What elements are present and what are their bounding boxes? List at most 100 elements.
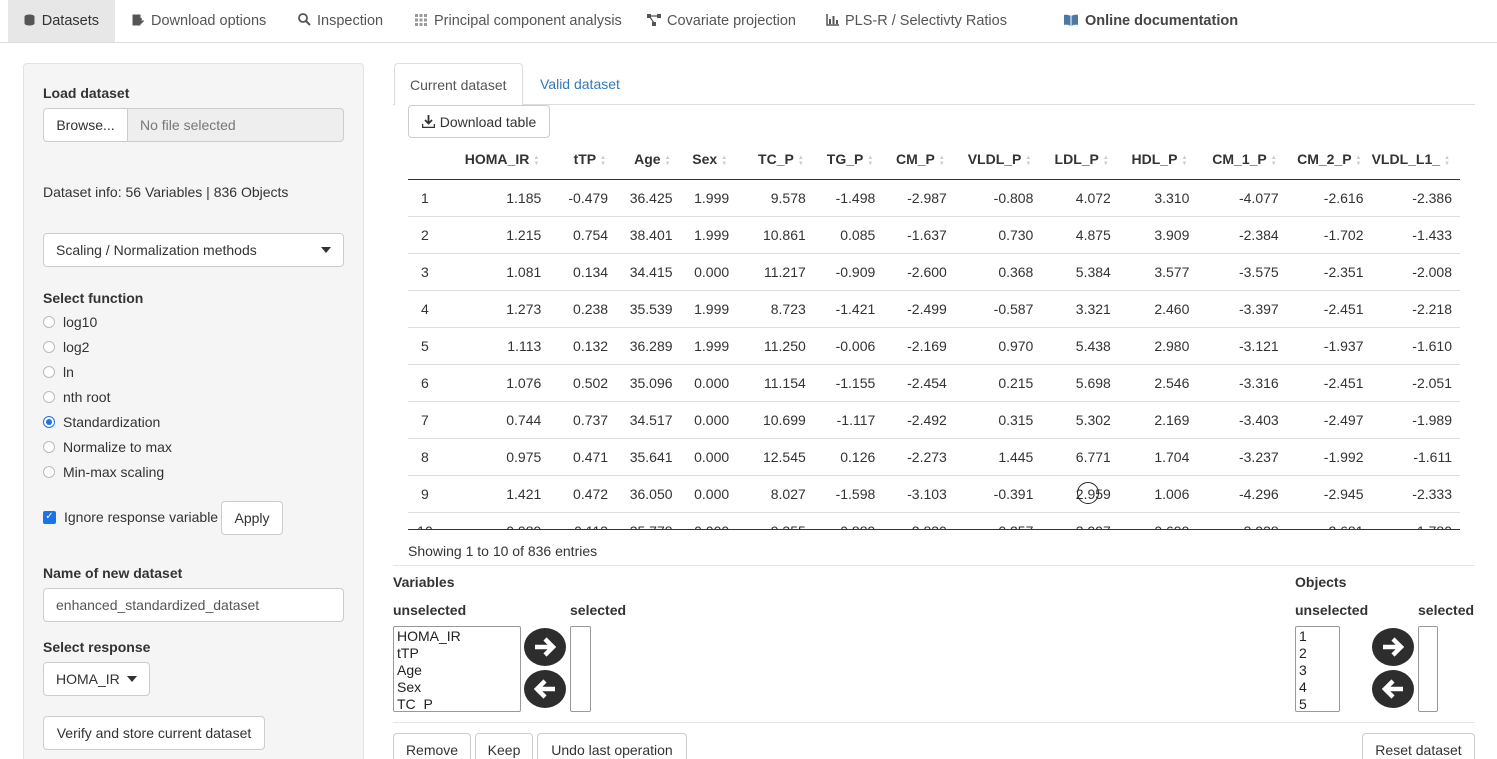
nav-tab-download-options[interactable]: Download options [115,0,282,42]
radio-nth-root[interactable]: nth root [43,387,110,407]
ignore-response-checkbox[interactable]: ✓ Ignore response variable [43,507,218,527]
table-row[interactable]: 9 1.421 0.472 36.050 0.000 8.027 -1.598 -3.103-… [408,474,1460,512]
table-cell: 2.169 [1118,400,1198,438]
list-item[interactable]: HOMA_IR [397,628,517,645]
nav-tab-datasets[interactable]: Datasets [8,0,115,42]
tab-current-dataset[interactable]: Current dataset [394,63,523,106]
nav-tab-covariate-projection[interactable]: Covariate projection [631,0,812,42]
table-cell: -2.945 [1286,474,1372,512]
table-cell: 0.085 [813,215,884,253]
table-row[interactable]: 2 1.215 0.754 38.401 1.999 10.861 0.085 -1.637 0… [408,215,1460,253]
browse-button[interactable]: Browse... [43,108,128,142]
column-header[interactable]: CM_1_P ▲ ▼ [1197,140,1287,180]
table-row[interactable]: 6 1.076 0.502 35.096 0.000 11.154 -1.155 -2.454… [408,363,1460,401]
column-header[interactable]: HOMA_IR ▲ ▼ [441,140,550,180]
radio-normalize-to-max[interactable]: Normalize to max [43,437,172,457]
radio-min-max-scaling[interactable]: Min-max scaling [43,462,164,482]
column-header[interactable]: LDL_P ▲ ▼ [1041,140,1119,180]
data-table-container[interactable]: HOMA_IR ▲ ▼ tTP ▲ ▼ Age ▲ ▼ Sex ▲ ▼ TC_P ▲ ▼ TG_P ▲ ▼ CM_P… [408,140,1460,530]
table-cell: -1.155 [813,363,884,401]
sort-icon: ▲ ▼ [1181,154,1188,167]
list-item[interactable]: Age [397,662,517,679]
table-row[interactable]: 8 0.975 0.471 35.641 0.000 12.545 0.126 -2.273 1… [408,437,1460,475]
list-item[interactable]: 4 [1299,679,1336,696]
table-cell: -3.403 [1197,400,1287,438]
variables-remove-button[interactable] [524,670,566,708]
variables-add-button[interactable] [524,628,566,666]
new-dataset-name-label: Name of new dataset [43,565,183,581]
table-cell: -4.077 [1238,189,1279,206]
column-header[interactable]: VLDL_L1_ ▲ ▼ [1371,140,1460,180]
verify-store-button[interactable]: Verify and store current dataset [43,716,265,750]
file-name-field[interactable]: No file selected [128,108,344,142]
response-select[interactable]: HOMA_IR [43,662,150,696]
top-navigation: Datasets Download options Inspection Pri… [0,0,1497,43]
column-header[interactable]: Sex ▲ ▼ [680,140,738,180]
column-header[interactable]: VLDL_P ▲ ▼ [954,140,1042,180]
scaling-method-select[interactable]: Scaling / Normalization methods [43,233,344,267]
new-dataset-name-input[interactable]: enhanced_standardized_dataset [43,588,344,622]
table-cell: 4.072 [1075,189,1111,206]
table-cell: -2.218 [1371,289,1460,327]
column-header[interactable]: CM_2_P ▲ ▼ [1286,140,1372,180]
row-index-cell: 7 [408,400,442,438]
objects-remove-button[interactable] [1372,670,1414,708]
column-header-label: VLDL_P [967,151,1022,168]
list-item[interactable]: 2 [1299,645,1336,662]
table-cell: 0.000 [680,437,738,475]
remove-button[interactable]: Remove [393,733,471,759]
table-row[interactable]: 100.9890.11335.7780.0009.355-0.889-2.830… [408,511,1460,529]
table-row[interactable]: 7 0.744 0.737 34.517 0.000 10.699 -1.117 -2.492… [408,400,1460,438]
table-cell: -2.616 [1323,189,1364,206]
list-item[interactable]: 1 [1299,628,1336,645]
nav-tab-pca[interactable]: Principal component analysis [398,0,638,42]
table-row[interactable]: 5 1.113 0.132 36.289 1.999 11.250 -0.006 -2.169… [408,326,1460,364]
table-row[interactable]: 4 1.273 0.238 35.539 1.999 8.723 -1.421 -2.499-… [408,289,1460,327]
objects-unselected-list[interactable]: 1 2 3 4 5 [1295,626,1340,712]
nav-tab-inspection[interactable]: Inspection [281,0,399,42]
objects-selected-list[interactable] [1418,626,1438,712]
undo-button[interactable]: Undo last operation [537,733,687,759]
variables-selected-list[interactable] [570,626,591,712]
tab-valid-dataset[interactable]: Valid dataset [525,63,635,105]
reset-dataset-button[interactable]: Reset dataset [1362,733,1475,759]
list-item[interactable]: 5 [1299,696,1336,711]
download-table-button[interactable]: Download table [408,105,550,138]
list-item[interactable]: TC_P [397,696,517,711]
column-header[interactable]: TC_P ▲ ▼ [737,140,814,180]
variables-unselected-list[interactable]: HOMA_IR tTP Age Sex TC_P [393,626,521,712]
radio-standardization[interactable]: Standardization [43,412,160,432]
keep-button[interactable]: Keep [475,733,533,759]
table-cell: 0.699 [1118,511,1198,529]
table-row[interactable]: 3 1.081 0.134 34.415 0.000 11.217 -0.909 -2.600… [408,252,1460,290]
table-cell: -0.889 [813,511,884,529]
column-header[interactable]: TG_P ▲ ▼ [813,140,884,180]
radio-label: log10 [63,314,98,330]
radio-ln[interactable]: ln [43,362,74,382]
column-header[interactable]: CM_P ▲ ▼ [883,140,955,180]
table-cell: -2.451 [1286,363,1372,401]
table-row[interactable]: 1 1.185 -0.479 36.425 1.999 9.578 -1.498 -2.987… [408,179,1460,216]
radio-log2[interactable]: log2 [43,337,89,357]
objects-add-button[interactable] [1372,628,1414,666]
table-cell: -2.499 [883,289,955,327]
list-item[interactable]: tTP [397,645,517,662]
column-header[interactable]: Age ▲ ▼ [616,140,681,180]
table-cell: 1.445 [954,437,1042,475]
nav-tab-online-documentation[interactable]: Online documentation [1047,0,1254,42]
column-header[interactable]: HDL_P ▲ ▼ [1118,140,1198,180]
column-header[interactable]: tTP ▲ ▼ [549,140,617,180]
response-value: HOMA_IR [56,671,120,687]
table-cell: 4.875 [1041,215,1119,253]
table-cell: 0.737 [549,400,617,438]
list-item[interactable]: 3 [1299,662,1336,679]
column-header-label: CM_2_P [1297,151,1352,168]
table-cell: -0.909 [813,252,884,290]
apply-button[interactable]: Apply [221,501,283,535]
table-cell: 1.081 [441,252,550,290]
radio-log10[interactable]: log10 [43,312,97,332]
row-index-cell: 9 [408,474,442,512]
list-item[interactable]: Sex [397,679,517,696]
sort-icon: ▲ ▼ [797,154,804,167]
nav-tab-pls-r[interactable]: PLS-R / Selectivty Ratios [809,0,1023,42]
